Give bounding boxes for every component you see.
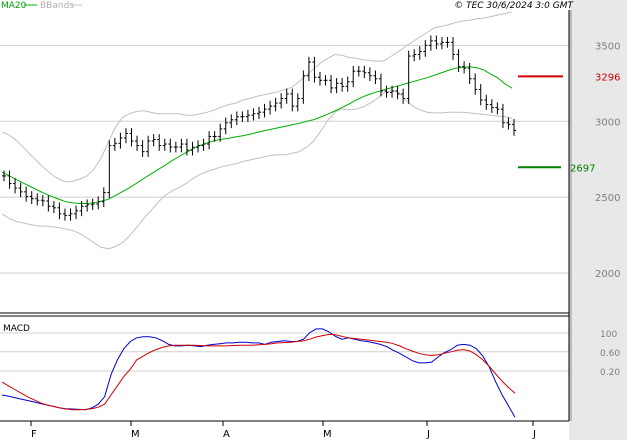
legend-ma20: MA20 <box>1 1 27 11</box>
legend-bbands: BBands <box>40 1 74 11</box>
price-level-label: 2697 <box>570 163 595 174</box>
x-tick-label: J <box>426 429 430 440</box>
chart-background <box>0 0 627 440</box>
x-tick-label: F <box>31 429 37 440</box>
x-tick-label: M <box>131 429 140 440</box>
x-tick-label: J <box>532 429 536 440</box>
macd-title: MACD <box>3 324 30 334</box>
chart-stage: 32962697 35003000250020001000.600.20 FMA… <box>0 0 627 440</box>
macd-y-tick-label: 0.20 <box>600 368 620 378</box>
macd-y-tick-label: 100 <box>600 330 617 340</box>
x-tick-label: M <box>323 429 332 440</box>
price-y-tick-label: 2000 <box>595 269 620 280</box>
copyright-timestamp: © TEC 30/6/2024 3:0 GMT <box>454 1 574 11</box>
price-y-tick-label: 3000 <box>595 117 620 128</box>
chart-legend: MA20 BBands <box>1 1 82 11</box>
price-level-label: 3296 <box>595 72 620 83</box>
x-tick-label: A <box>223 429 230 440</box>
price-y-tick-label: 2500 <box>595 193 620 204</box>
price-y-tick-label: 3500 <box>595 41 620 52</box>
macd-y-tick-label: 0.60 <box>600 349 620 359</box>
